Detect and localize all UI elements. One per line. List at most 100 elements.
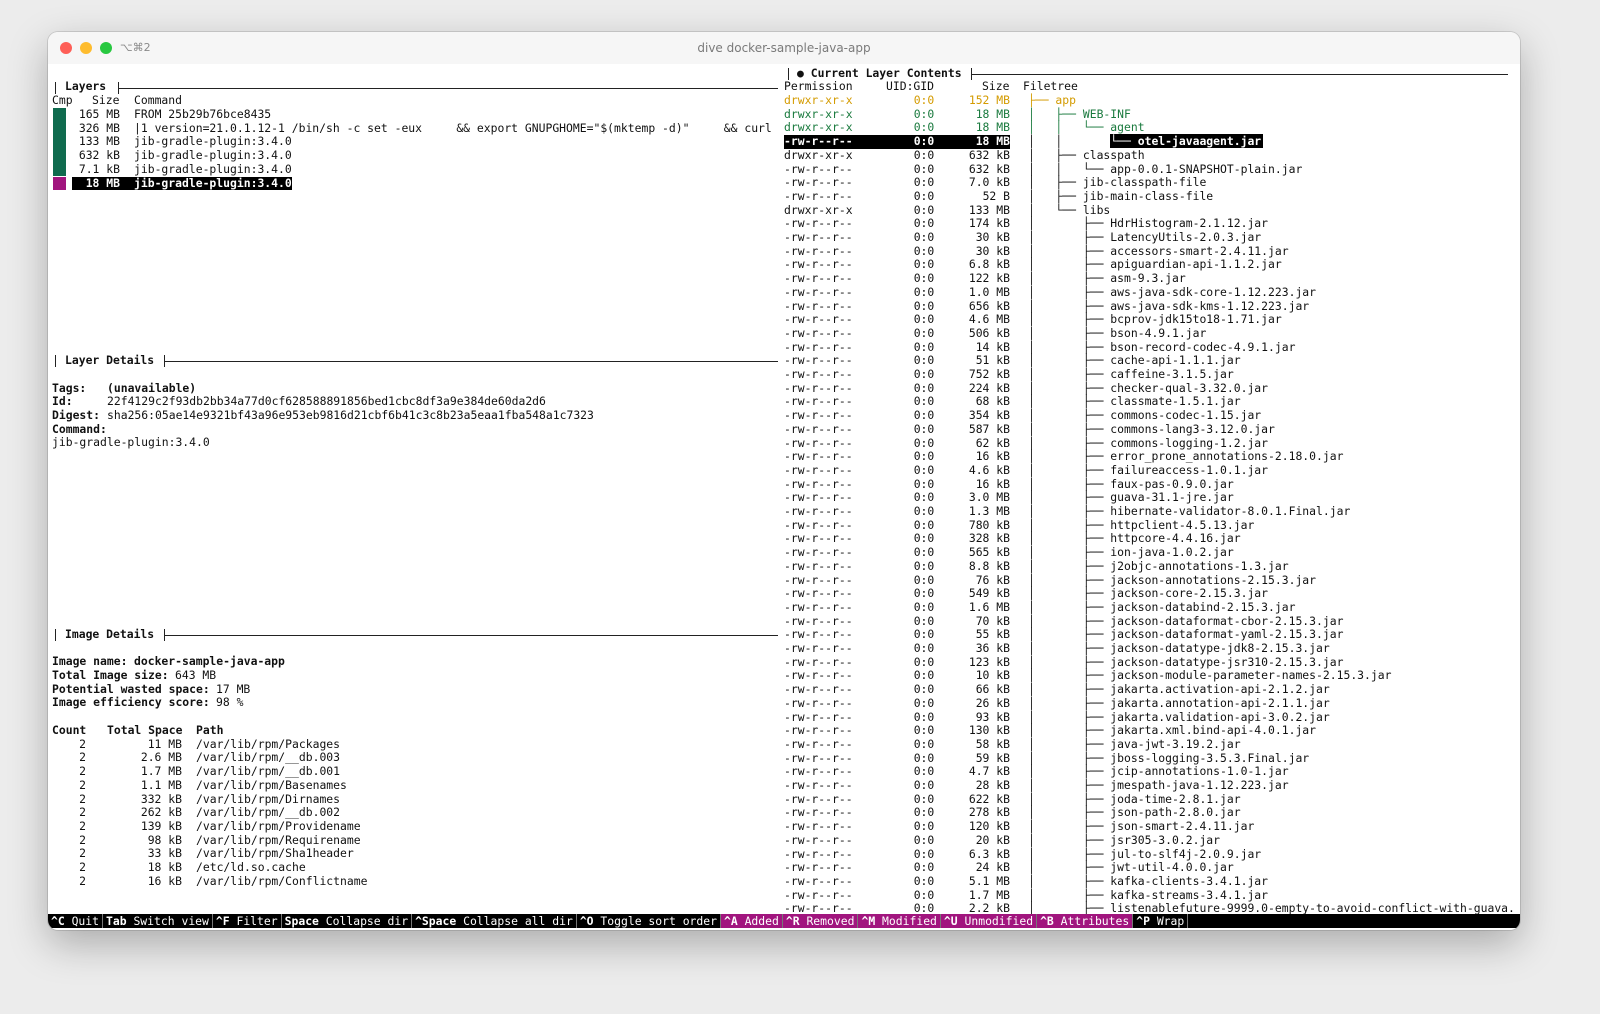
filetree-row[interactable]: -rw-r--r-- 0:0 278 kB │ ├── json-path-2.8.0… — [48, 806, 1520, 820]
tree-guides: │ │ — [1028, 134, 1111, 149]
filetree-row[interactable]: -rw-r--r-- 0:0 16 kB │ ├── faux-pas-0.9.0.j… — [48, 476, 1520, 492]
file-size: 587 kB — [968, 421, 1010, 436]
file-tree-entry: │ ├── bson-record-codec-4.9.1.jar — [1028, 339, 1296, 354]
filetree-row[interactable]: -rw-r--r-- 0:0 506 kB │ ├── bson-4.9.1.jar — [48, 326, 1520, 341]
filetree-row[interactable]: -rw-r--r-- 0:0 4.6 MB │ ├── bcprov-jdk15to1… — [48, 312, 1520, 327]
filetree-row[interactable]: -rw-r--r-- 0:0 1.6 MB │ ├── jackson-databin… — [48, 599, 1520, 615]
filetree-row[interactable]: -rw-r--r-- 0:0 780 kB │ ├── httpclient-4.5.… — [48, 518, 1520, 533]
filetree-row[interactable]: -rw-r--r-- 0:0 1.7 MB │ ├── kafka-streams-3… — [48, 888, 1520, 903]
shortcut-modified[interactable]: ^M Modified — [858, 914, 941, 928]
file-uid-gid: 0:0 — [913, 175, 935, 190]
file-permission: -rw-r--r-- — [784, 709, 853, 724]
file-uid-gid: 0:0 — [913, 93, 935, 107]
filetree-row[interactable]: -rw-r--r-- 0:0 58 kB │ ├── java-jwt-3.19.2.… — [48, 736, 1520, 752]
file-size: 51 kB — [975, 353, 1010, 368]
filetree-row[interactable]: -rw-r--r-- 0:0 565 kB │ ├── ion-java-1.0.2.… — [48, 545, 1520, 560]
filetree-row[interactable]: -rw-r--r-- 0:0 5.1 MB │ ├── kafka-clients-3… — [48, 874, 1520, 889]
filetree-row[interactable]: -rw-r--r-- 0:0 123 kB │ ├── jackson-datatyp… — [48, 655, 1520, 670]
filetree-row[interactable]: -rw-r--r-- 0:0 120 kB │ ├── json-smart-2.4.… — [48, 819, 1520, 834]
file-permission: -rw-r--r-- — [784, 668, 853, 683]
filetree-row[interactable]: drwxr-xr-x 0:0 632 kB │ ├── classpath — [48, 147, 1520, 163]
file-tree-entry: │ ├── jmespath-java-1.12.223.jar — [1028, 778, 1289, 792]
filetree-row[interactable]: -rw-r--r-- 0:0 328 kB │ ├── httpcore-4.4.16… — [48, 532, 1520, 546]
filetree-row[interactable]: -rw-r--r-- 0:0 632 kB │ │ └── app-0.0.1-SNA… — [48, 162, 1520, 177]
filetree-row[interactable]: -rw-r--r-- 0:0 354 kB │ ├── commons-codec-1… — [48, 408, 1520, 423]
filetree-row[interactable]: -rw-r--r-- 0:0 7.0 kB │ ├── jib-classpath-f… — [48, 175, 1520, 190]
filetree-row[interactable]: drwxr-xr-x 0:0 152 MB ├── app — [48, 93, 1520, 108]
filetree-row[interactable]: -rw-r--r-- 0:0 122 kB │ ├── asm-9.3.jar — [48, 271, 1520, 286]
file-uid-gid: 0:0 — [913, 339, 935, 354]
filetree-row[interactable]: -rw-r--r-- 0:0 6.3 kB │ ├── jul-to-slf4j-2.… — [48, 846, 1520, 862]
filetree-row[interactable]: -rw-r--r-- 0:0 1.0 MB │ ├── aws-java-sdk-co… — [48, 285, 1520, 300]
filetree-row[interactable]: drwxr-xr-x 0:0 133 MB │ └── libs — [48, 203, 1520, 218]
shortcut-removed[interactable]: ^R Removed — [782, 914, 859, 928]
shortcut-unmodified[interactable]: ^U Unmodified — [940, 914, 1038, 928]
filetree-row[interactable]: drwxr-xr-x 0:0 18 MB │ │ └── agent — [48, 121, 1520, 135]
file-permission: -rw-r--r-- — [784, 736, 853, 751]
filetree-row[interactable]: -rw-r--r-- 0:0 6.8 kB │ ├── apiguardian-api… — [48, 258, 1520, 272]
file-tree-entry: │ ├── httpcore-4.4.16.jar — [1028, 531, 1241, 546]
filetree-row[interactable]: -rw-r--r-- 0:0 52 B │ ├── jib-main-class-fi… — [48, 188, 1520, 204]
filetree-row[interactable]: -rw-r--r-- 0:0 20 kB │ ├── jsr305-3.0.2.jar — [48, 833, 1520, 848]
filetree-row[interactable]: -rw-r--r-- 0:0 587 kB │ ├── commons-lang3-3… — [48, 421, 1520, 437]
filetree-row[interactable]: -rw-r--r-- 0:0 24 kB │ ├── jwt-util-4.0.0.j… — [48, 860, 1520, 875]
filetree-row[interactable]: -rw-r--r-- 0:0 1.3 MB │ ├── hibernate-valid… — [48, 504, 1520, 519]
filetree-row[interactable]: -rw-r--r-- 0:0 26 kB │ ├── jakarta.annotati… — [48, 696, 1520, 711]
file-tree-entry: │ ├── classmate-1.5.1.jar — [1028, 394, 1241, 409]
file-uid-gid: 0:0 — [913, 846, 935, 861]
filetree-row[interactable]: -rw-r--r-- 0:0 36 kB │ ├── jackson-datatype… — [48, 641, 1520, 656]
filetree-row[interactable]: -rw-r--r-- 0:0 10 kB │ ├── jackson-module-p… — [48, 669, 1520, 683]
file-size: 30 kB — [975, 243, 1010, 258]
filetree-row[interactable]: -rw-r--r-- 0:0 752 kB │ ├── caffeine-3.1.5.… — [48, 367, 1520, 382]
filetree-row[interactable]: -rw-r--r-- 0:0 224 kB │ ├── checker-qual-3.… — [48, 381, 1520, 396]
filetree-row[interactable]: -rw-r--r-- 0:0 4.6 kB │ ├── failureaccess-1… — [48, 463, 1520, 478]
file-uid-gid: 0:0 — [913, 613, 935, 628]
filetree-row[interactable]: -rw-r--r-- 0:0 14 kB │ ├── bson-record-code… — [48, 339, 1520, 355]
filetree-row[interactable]: -rw-r--r-- 0:0 16 kB │ ├── error_prone_anno… — [48, 449, 1520, 464]
file-tree-entry: │ ├── accessors-smart-2.4.11.jar — [1028, 243, 1289, 258]
filetree-row[interactable]: -rw-r--r-- 0:0 3.0 MB │ ├── guava-31.1-jre.… — [48, 491, 1520, 505]
filetree-row[interactable]: -rw-r--r-- 0:0 30 kB │ ├── accessors-smart-… — [48, 243, 1520, 259]
filetree-row[interactable]: -rw-r--r-- 0:0 622 kB │ ├── joda-time-2.8.1… — [48, 792, 1520, 807]
filetree-row[interactable]: drwxr-xr-x 0:0 18 MB │ ├── WEB-INF — [48, 107, 1520, 122]
filetree-row[interactable]: -rw-r--r-- 0:0 76 kB │ ├── jackson-annotati… — [48, 573, 1520, 588]
shortcut-collapse-all-dir[interactable]: ^Space Collapse all dir — [412, 914, 577, 928]
filetree-row[interactable]: -rw-r--r-- 0:0 656 kB │ ├── aws-java-sdk-km… — [48, 299, 1520, 314]
file-uid-gid: 0:0 — [913, 736, 935, 751]
file-tree-entry: │ │ └── agent — [1028, 120, 1145, 135]
shortcut-wrap[interactable]: ^P Wrap — [1133, 914, 1189, 928]
filetree-row[interactable]: -rw-r--r-- 0:0 130 kB │ ├── jakarta.xml.bin… — [48, 723, 1520, 738]
file-uid-gid: 0:0 — [913, 599, 935, 614]
shortcut-attributes[interactable]: ^B Attributes — [1037, 914, 1134, 928]
shortcut-quit[interactable]: ^C Quit — [48, 914, 104, 928]
filetree-row[interactable]: -rw-r--r-- 0:0 55 kB │ ├── jackson-dataform… — [48, 628, 1520, 642]
filetree-row[interactable]: -rw-r--r-- 0:0 18 MB │ │ └── otel-javaagent… — [48, 134, 1520, 149]
file-size: 52 B — [982, 188, 1010, 203]
file-size: 16 kB — [975, 476, 1010, 491]
shortcut-filter[interactable]: ^F Filter — [213, 914, 282, 928]
file-size: 1.3 MB — [968, 504, 1010, 518]
filetree-row[interactable]: -rw-r--r-- 0:0 51 kB │ ├── cache-api-1.1.1.… — [48, 354, 1520, 368]
filetree-row[interactable]: -rw-r--r-- 0:0 174 kB │ ├── HdrHistogram-2.… — [48, 217, 1520, 231]
shortcut-added[interactable]: ^A Added — [721, 914, 783, 928]
shortcut-switch-view[interactable]: Tab Switch view — [103, 914, 213, 928]
file-uid-gid: 0:0 — [913, 764, 935, 779]
file-uid-gid: 0:0 — [913, 147, 935, 162]
file-uid-gid: 0:0 — [913, 134, 935, 149]
shortcut-toggle-sort-order[interactable]: ^O Toggle sort order — [577, 914, 721, 928]
filetree-row[interactable]: -rw-r--r-- 0:0 549 kB │ ├── jackson-core-2.… — [48, 586, 1520, 601]
filetree-row[interactable]: -rw-r--r-- 0:0 93 kB │ ├── jakarta.validati… — [48, 709, 1520, 725]
filetree-row[interactable]: -rw-r--r-- 0:0 68 kB │ ├── classmate-1.5.1.… — [48, 395, 1520, 409]
filetree-row[interactable]: -rw-r--r-- 0:0 62 kB │ ├── commons-logging-… — [48, 436, 1520, 451]
file-size: 70 kB — [975, 613, 1010, 628]
terminal-window: ⌥⌘2 dive docker-sample-java-app Layers C… — [48, 32, 1520, 930]
shortcut-key: ^Space — [415, 914, 457, 928]
filetree-row[interactable]: -rw-r--r-- 0:0 8.8 kB │ ├── j2objc-annotati… — [48, 559, 1520, 574]
filetree-row[interactable]: -rw-r--r-- 0:0 4.7 kB │ ├── jcip-annotation… — [48, 765, 1520, 779]
filetree-row[interactable]: -rw-r--r-- 0:0 70 kB │ ├── jackson-dataform… — [48, 613, 1520, 629]
filetree-row[interactable]: -rw-r--r-- 0:0 66 kB │ ├── jakarta.activati… — [48, 682, 1520, 697]
shortcut-collapse-dir[interactable]: Space Collapse dir — [282, 914, 413, 928]
filetree-row[interactable]: -rw-r--r-- 0:0 28 kB │ ├── jmespath-java-1.… — [48, 778, 1520, 793]
filetree-row[interactable]: -rw-r--r-- 0:0 30 kB │ ├── LatencyUtils-2.0… — [48, 230, 1520, 245]
filetree-row[interactable]: -rw-r--r-- 0:0 59 kB │ ├── jboss-logging-3.… — [48, 751, 1520, 766]
